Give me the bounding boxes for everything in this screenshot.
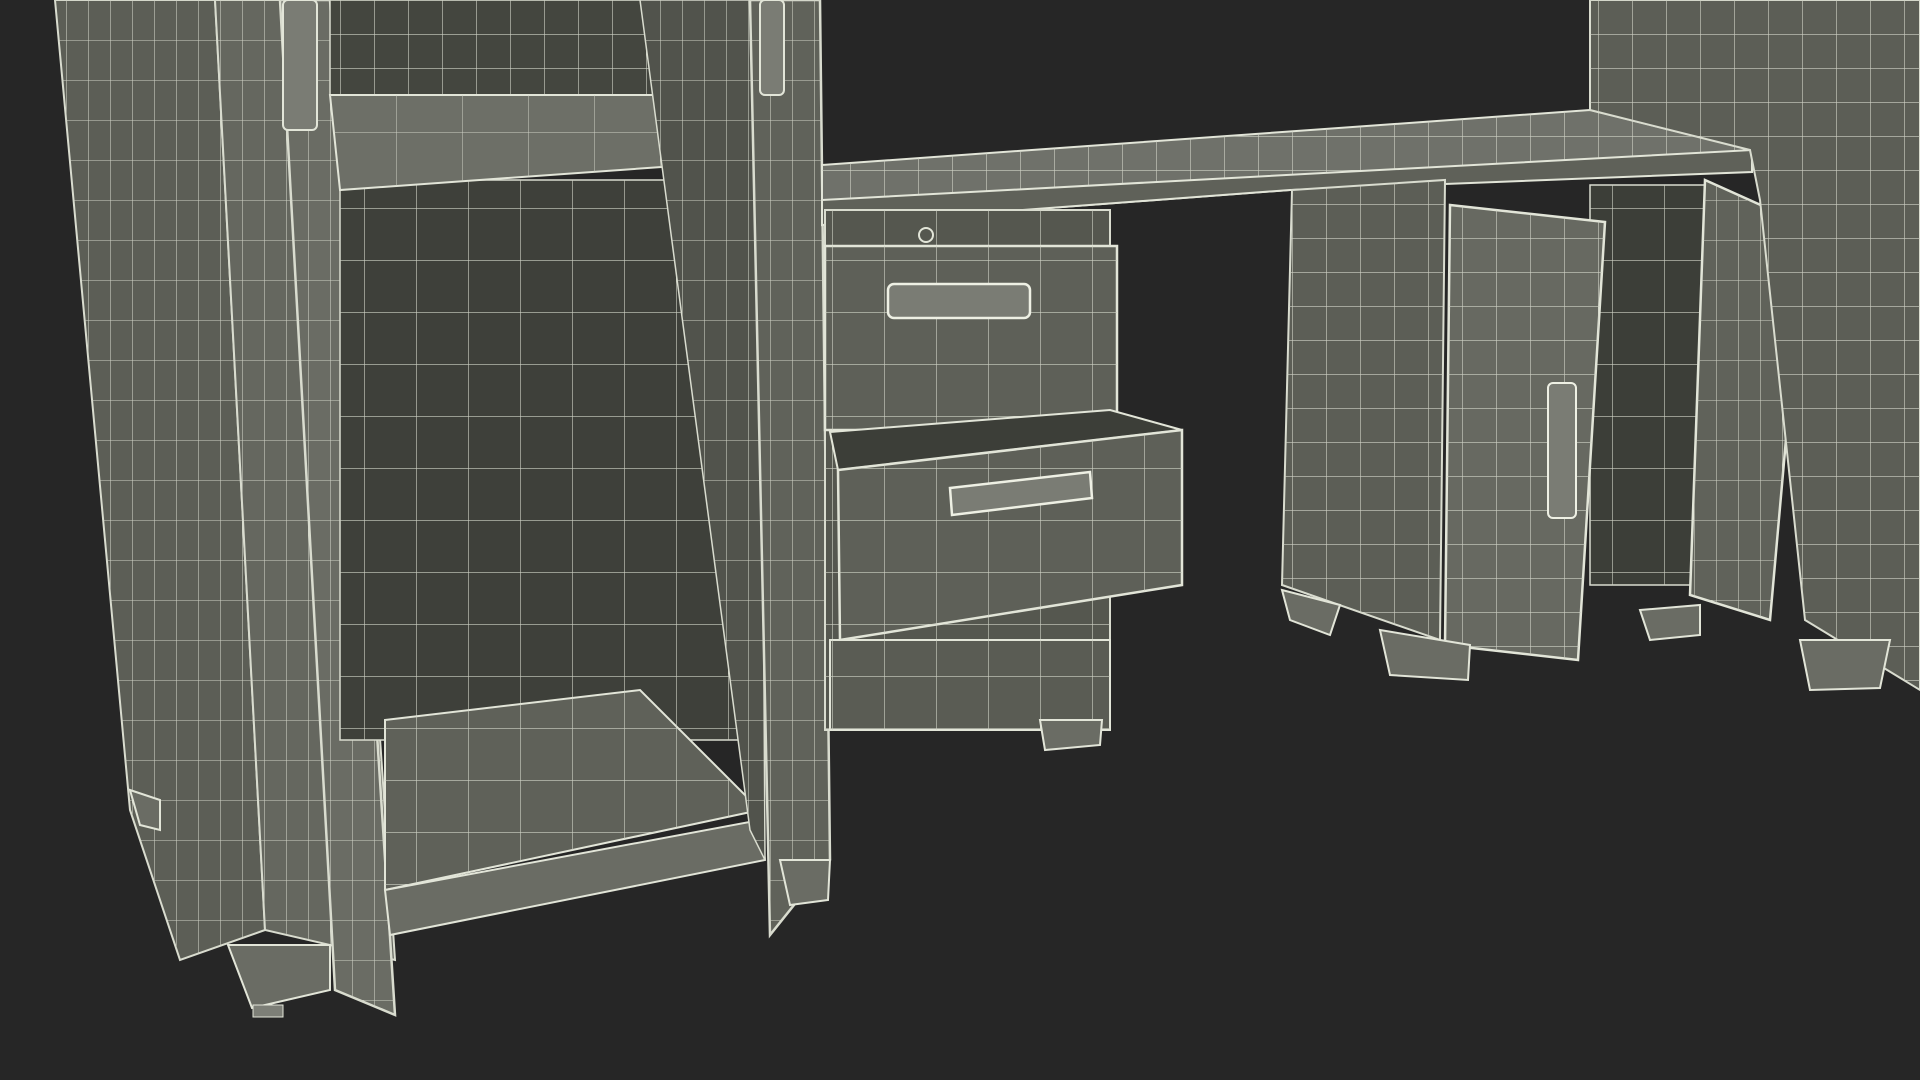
base-cabinet-right [1280, 178, 1807, 682]
door-handle [759, 0, 785, 96]
cabinet-foot [778, 859, 832, 907]
cabinet-foot [1798, 639, 1892, 692]
cabinet-foot [1638, 603, 1701, 642]
tall-cabinet-left [53, 0, 832, 1018]
drawer-handle [886, 282, 1032, 320]
door-handle [1547, 382, 1577, 519]
cabinet-foot [1038, 719, 1104, 752]
wireframe-render [0, 0, 1920, 1080]
drawer-top [823, 244, 1119, 432]
door-handle [282, 0, 318, 131]
